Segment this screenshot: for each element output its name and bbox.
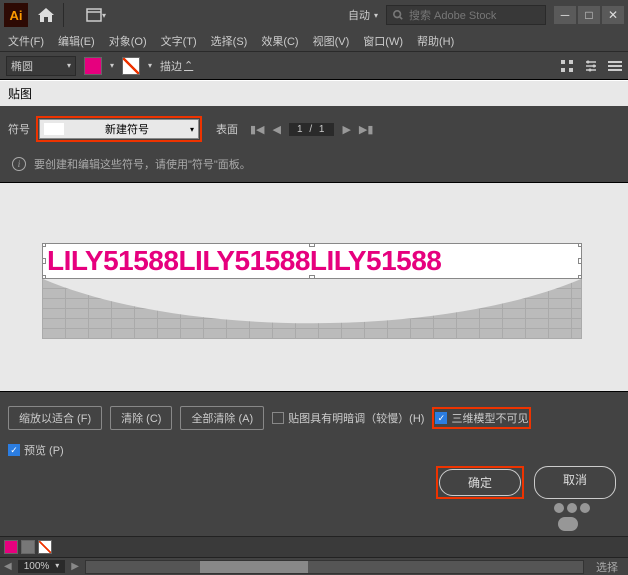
annotation-highlight: ✓ 三维模型不可见 [432, 407, 531, 429]
nav-left-icon[interactable]: ◀ [4, 561, 12, 572]
symbol-thumbnail [44, 123, 64, 135]
watermark-icon [554, 503, 590, 513]
selection-handle[interactable] [42, 258, 46, 264]
menu-effect[interactable]: 效果(C) [259, 31, 300, 51]
grid-icon[interactable] [560, 59, 574, 73]
minimize-button[interactable]: ─ [554, 6, 576, 24]
invisible-geometry-checkbox[interactable]: ✓ 三维模型不可见 [435, 410, 528, 426]
maximize-button[interactable]: □ [578, 6, 600, 24]
map-art-canvas[interactable]: LILY51588LILY51588LILY51588 [0, 182, 628, 392]
home-icon [38, 8, 54, 22]
chevron-down-icon: ▾ [374, 11, 378, 20]
artwork-text: LILY51588LILY51588LILY51588 [47, 245, 441, 277]
swatch-gray[interactable] [21, 540, 35, 554]
shade-artwork-checkbox[interactable]: 贴图具有明暗调（较慢）(H) [272, 410, 424, 426]
shape-label: 椭圆 [11, 58, 33, 74]
fill-swatch[interactable] [84, 57, 102, 75]
surface-indicator: 1 / 1 [289, 123, 334, 136]
chevron-down-icon: ▾ [67, 61, 71, 70]
scrollbar-thumb[interactable] [200, 561, 308, 573]
invisible-label: 三维模型不可见 [451, 410, 528, 426]
stroke-label: 描边 [160, 58, 182, 74]
app-logo: Ai [4, 3, 28, 27]
selection-handle[interactable] [309, 243, 315, 247]
menu-file[interactable]: 文件(F) [6, 31, 46, 51]
shade-label: 贴图具有明暗调（较慢）(H) [288, 410, 424, 426]
swatch-row [0, 536, 628, 557]
symbol-dropdown[interactable]: 新建符号 ▾ [39, 119, 199, 139]
workspace-dropdown[interactable]: 自动 ▾ [348, 7, 378, 23]
checkbox-checked-icon: ✓ [8, 444, 20, 456]
info-text: 要创建和编辑这些符号，请使用"符号"面板。 [34, 156, 251, 172]
symbol-selected: 新建符号 [105, 121, 149, 137]
stroke-swatch[interactable] [122, 57, 140, 75]
symbol-label: 符号 [8, 121, 30, 137]
layout-icon [86, 8, 102, 22]
workspace-label: 自动 [348, 7, 370, 23]
menu-edit[interactable]: 编辑(E) [56, 31, 97, 51]
chevron-down-icon[interactable]: ▾ [110, 61, 114, 70]
panel-menu-icon[interactable] [608, 61, 622, 71]
surface-grid [42, 279, 582, 339]
clear-all-button[interactable]: 全部清除 (A) [180, 406, 264, 430]
clear-button[interactable]: 清除 (C) [110, 406, 172, 430]
symbol-artwork[interactable]: LILY51588LILY51588LILY51588 [42, 243, 582, 279]
ok-button[interactable]: 确定 [439, 469, 521, 496]
menu-type[interactable]: 文字(T) [159, 31, 199, 51]
preview-checkbox[interactable]: ✓ 预览 (P) [8, 442, 620, 458]
nav-right-icon[interactable]: ▶ [71, 561, 79, 572]
menu-object[interactable]: 对象(O) [107, 31, 149, 51]
horizontal-scrollbar[interactable] [85, 560, 584, 574]
scale-to-fit-button[interactable]: 缩放以适合 (F) [8, 406, 102, 430]
last-surface-button[interactable]: ▶▮ [359, 123, 374, 136]
swatch-none[interactable] [38, 540, 52, 554]
menu-window[interactable]: 窗口(W) [361, 31, 405, 51]
checkbox-icon [272, 412, 284, 424]
annotation-highlight: 确定 [436, 466, 524, 499]
chevron-down-icon: ▾ [190, 125, 194, 134]
home-button[interactable] [36, 3, 64, 27]
info-icon: i [12, 157, 26, 171]
chevron-down-icon[interactable]: ▾ [148, 61, 152, 70]
panel-title: 贴图 [0, 80, 628, 106]
close-button[interactable]: ✕ [602, 6, 624, 24]
checkbox-checked-icon: ✓ [435, 412, 447, 424]
prev-surface-button[interactable]: ◀ [273, 123, 281, 136]
search-icon [393, 10, 403, 20]
chevron-down-icon: ▾ [102, 11, 106, 20]
selection-handle[interactable] [578, 243, 582, 247]
zoom-value: 100% [24, 561, 50, 572]
selection-handle[interactable] [578, 258, 582, 264]
preview-label: 预览 (P) [24, 442, 64, 458]
menu-help[interactable]: 帮助(H) [415, 31, 456, 51]
menu-view[interactable]: 视图(V) [311, 31, 352, 51]
cancel-button[interactable]: 取消 [534, 466, 616, 499]
chevron-down-icon: ▾ [55, 561, 59, 572]
shape-dropdown[interactable]: 椭圆 ▾ [6, 56, 76, 76]
search-input[interactable]: 搜索 Adobe Stock [386, 5, 546, 25]
selection-tool-label: 选择 [590, 559, 624, 575]
search-placeholder: 搜索 Adobe Stock [409, 7, 496, 23]
zoom-dropdown[interactable]: 100% ▾ [18, 560, 66, 573]
surface-label: 表面 [216, 121, 238, 137]
menu-select[interactable]: 选择(S) [209, 31, 250, 51]
layout-button[interactable]: ▾ [76, 5, 116, 25]
annotation-highlight: 新建符号 ▾ [36, 116, 202, 142]
selection-handle[interactable] [42, 243, 46, 247]
next-surface-button[interactable]: ▶ [342, 123, 350, 136]
swatch-magenta[interactable] [4, 540, 18, 554]
settings-icon[interactable] [584, 59, 598, 73]
menu-bar: 文件(F) 编辑(E) 对象(O) 文字(T) 选择(S) 效果(C) 视图(V… [0, 30, 628, 52]
stroke-weight-link[interactable]: ⌃ [184, 59, 193, 72]
first-surface-button[interactable]: ▮◀ [250, 123, 265, 136]
